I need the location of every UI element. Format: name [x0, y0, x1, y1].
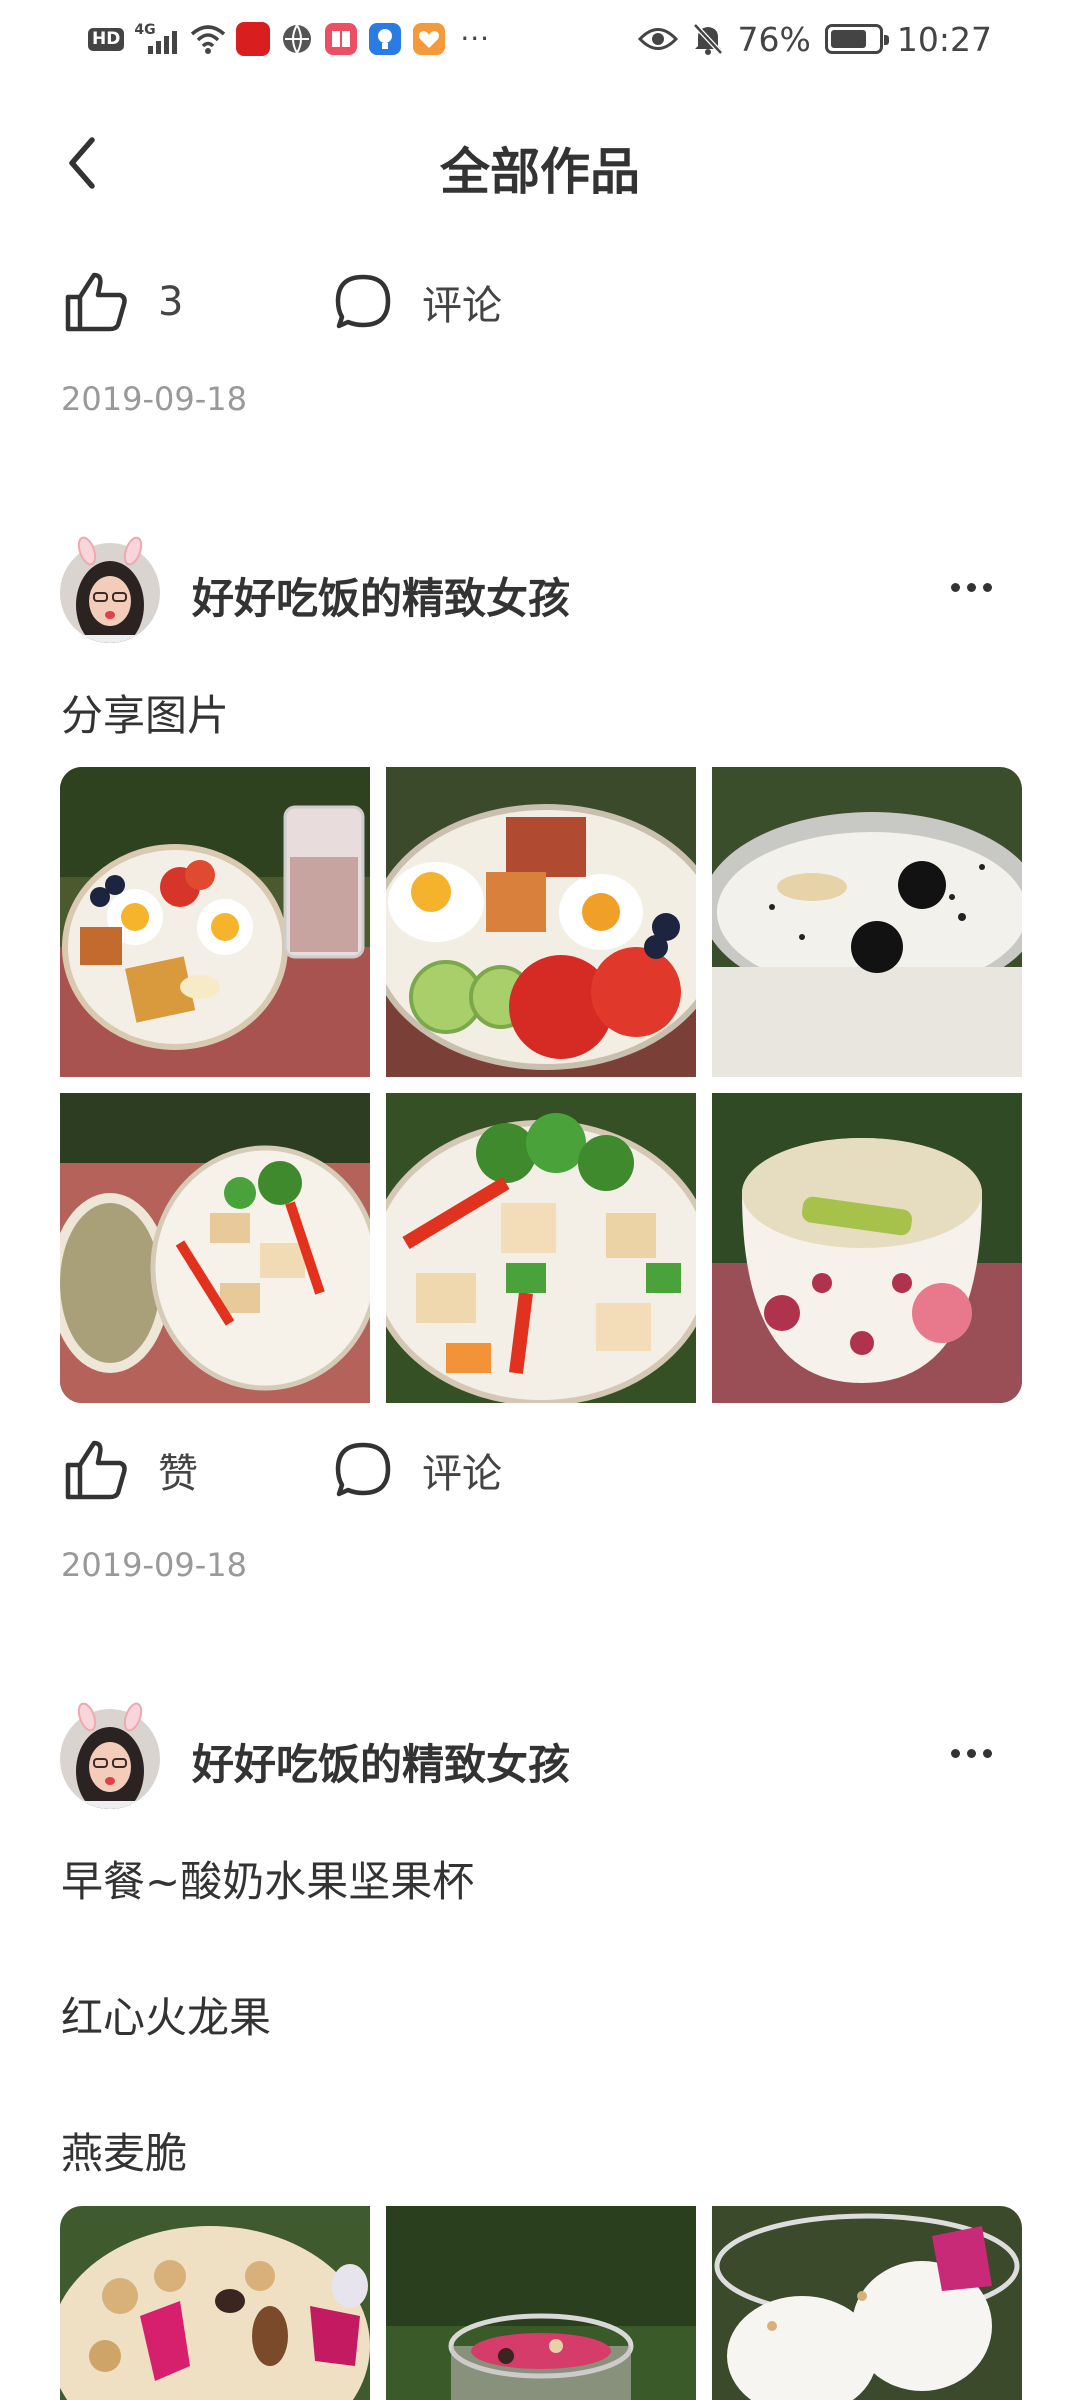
- photo-granola-dragonfruit[interactable]: [60, 2206, 370, 2400]
- post-header: 好好吃饭的精致女孩: [0, 1702, 1080, 1819]
- battery-icon: [824, 24, 889, 54]
- post-header: 好好吃饭的精致女孩: [0, 536, 1080, 653]
- post-text-line: 红心火龙果: [61, 1993, 272, 2042]
- app-notification-icon: [236, 22, 271, 56]
- like-button[interactable]: 赞: [64, 1430, 198, 1510]
- more-notifications-icon: ···: [460, 22, 491, 55]
- like-label: 赞: [158, 1451, 198, 1497]
- post-text-line: 早餐~酸奶水果坚果杯: [61, 1857, 475, 1906]
- more-options-icon[interactable]: [951, 1749, 992, 1758]
- user-avatar[interactable]: [60, 1702, 160, 1809]
- comment-button[interactable]: 评论: [334, 1430, 502, 1510]
- page-title: 全部作品: [440, 143, 640, 201]
- thumbs-up-icon: [65, 1440, 127, 1500]
- mute-bell-icon: [692, 23, 723, 55]
- photo-egg-tomato-plate[interactable]: [386, 767, 696, 1077]
- more-options-icon[interactable]: [951, 583, 992, 592]
- page-header: 全部作品: [0, 100, 1080, 230]
- globe-app-icon: [283, 24, 312, 54]
- clock: 10:27: [896, 19, 992, 59]
- comment-label: 评论: [422, 1451, 502, 1497]
- post-actions: 3 评论: [0, 262, 1080, 342]
- heart-app-icon: [413, 23, 446, 55]
- photo-yogurt-bowl[interactable]: [712, 767, 1022, 1077]
- post-text-line: 燕麦脆: [61, 2129, 188, 2178]
- post-date: 2019-09-18: [61, 380, 247, 418]
- like-button[interactable]: 3: [64, 262, 183, 342]
- author-name[interactable]: 好好吃饭的精致女孩: [192, 1731, 570, 1792]
- thumbs-up-icon: [65, 272, 127, 332]
- photo-yogurt-dragonfruit[interactable]: [712, 2206, 1022, 2400]
- photo-tofu-stirfry[interactable]: [386, 1093, 696, 1403]
- book-app-icon: [325, 23, 358, 55]
- author-name[interactable]: 好好吃饭的精致女孩: [192, 565, 570, 626]
- wifi-icon: [191, 25, 226, 54]
- comment-button[interactable]: 评论: [334, 262, 502, 342]
- comment-label: 评论: [422, 283, 502, 329]
- user-avatar[interactable]: [60, 536, 160, 643]
- post-actions: 赞 评论: [0, 1430, 1080, 1510]
- cellular-signal-icon: 4G: [134, 22, 180, 56]
- photo-salad-plate[interactable]: [60, 767, 370, 1077]
- photo-rice-and-tofu[interactable]: [60, 1093, 370, 1403]
- battery-percent: 76%: [737, 19, 811, 59]
- photo-glass-cup[interactable]: [386, 2206, 696, 2400]
- bulb-app-icon: [369, 23, 402, 55]
- status-bar: HD 4G ··· 76% 10:27: [0, 0, 1080, 78]
- comment-bubble-icon: [335, 274, 391, 329]
- comment-bubble-icon: [335, 1442, 391, 1497]
- photo-grid: [60, 2206, 1022, 2400]
- post-date: 2019-09-18: [61, 1546, 247, 1584]
- like-count: 3: [158, 279, 184, 325]
- post-text: 分享图片: [61, 691, 230, 740]
- eye-comfort-icon: [637, 28, 678, 50]
- photo-rice-bowl[interactable]: [712, 1093, 1022, 1403]
- hd-badge: HD: [88, 27, 125, 51]
- photo-grid: [60, 767, 1022, 1403]
